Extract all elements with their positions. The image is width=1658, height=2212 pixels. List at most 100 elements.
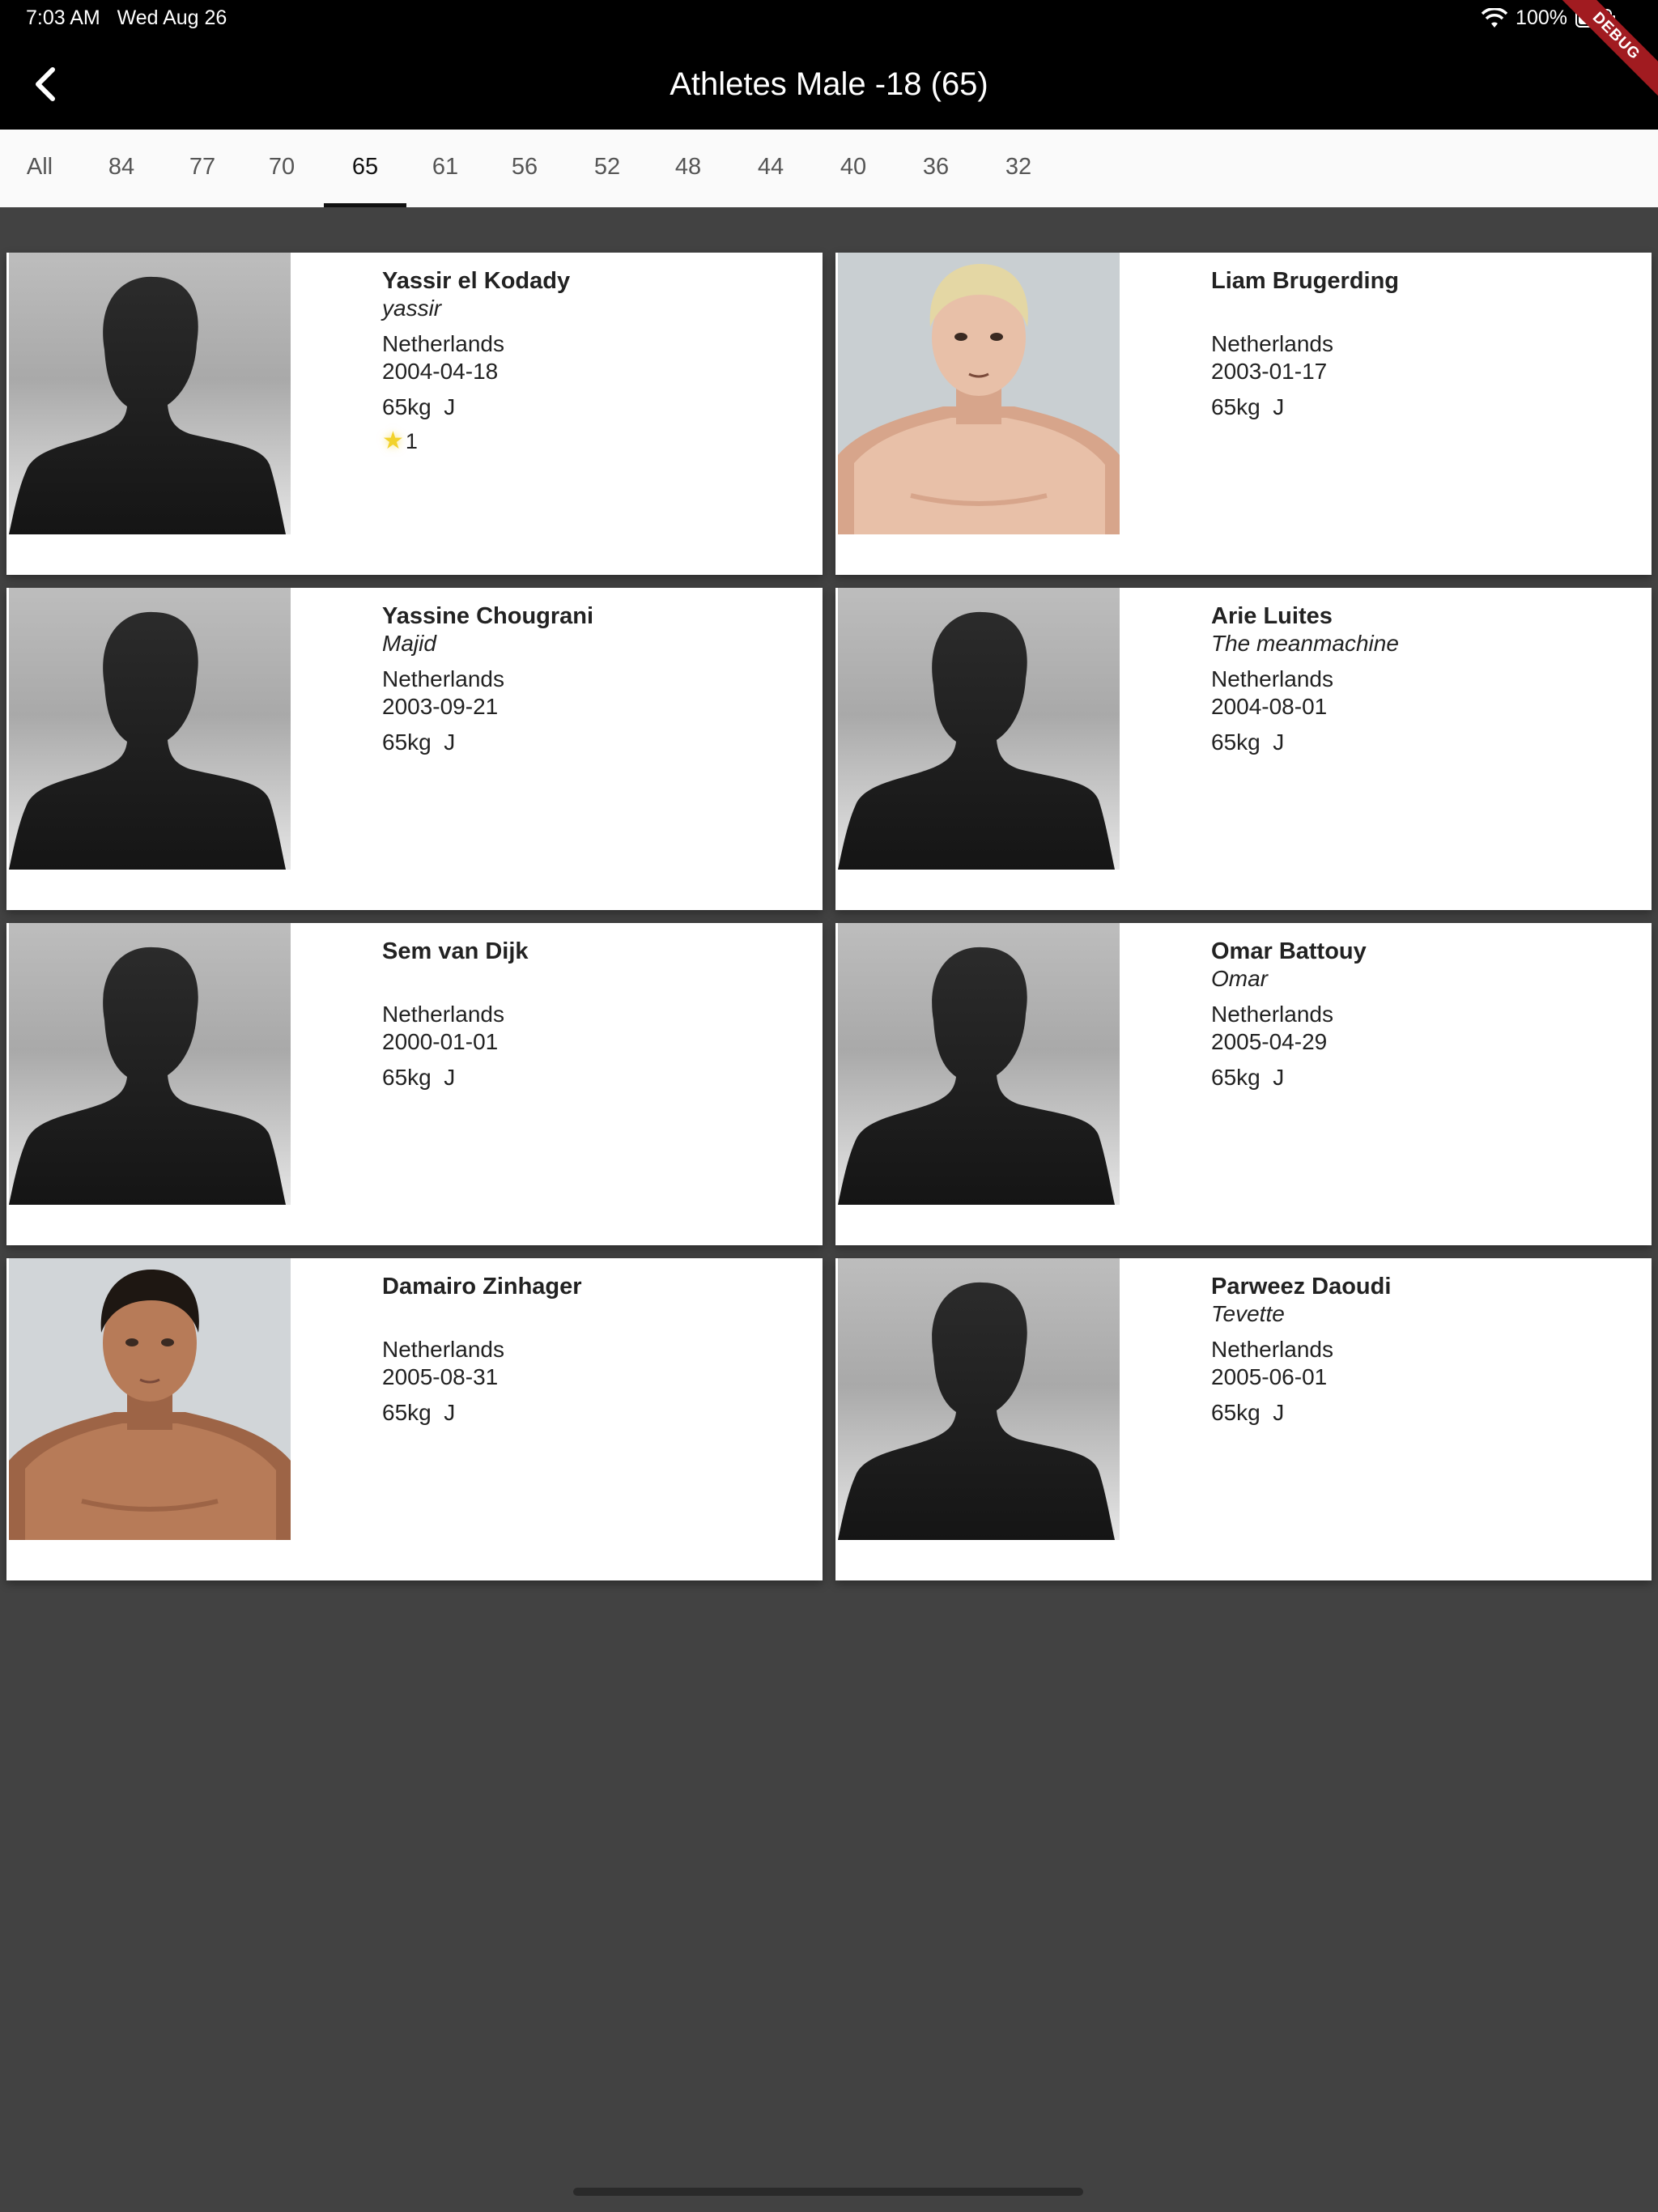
athlete-info: Omar Battouy Omar Netherlands 2005-04-29… [1211, 938, 1367, 1091]
athlete-country: Netherlands [382, 1002, 504, 1027]
athlete-info: Arie Luites The meanmachine Netherlands … [1211, 602, 1399, 756]
status-date: Wed Aug 26 [117, 6, 227, 29]
athlete-weight: 65kg [382, 394, 432, 419]
tab-label: 36 [922, 154, 950, 180]
athlete-card[interactable]: Parweez Daoudi Tevette Netherlands 2005-… [835, 1258, 1652, 1580]
athlete-weight-class: 65kg J [1211, 729, 1399, 756]
tab-48[interactable]: 48 [662, 130, 714, 207]
tab-label: 52 [593, 154, 621, 180]
athlete-photo [9, 588, 291, 870]
athlete-weight: 65kg [1211, 1400, 1261, 1425]
tab-56[interactable]: 56 [499, 130, 551, 207]
athlete-category: J [1273, 394, 1285, 419]
athlete-name: Sem van Dijk [382, 938, 529, 964]
wifi-icon [1482, 7, 1508, 28]
page-title: Athletes Male -18 (65) [670, 66, 988, 102]
athlete-weight-class: 65kg J [382, 1399, 582, 1427]
athlete-name: Omar Battouy [1211, 938, 1367, 964]
rating-value: 1 [405, 429, 418, 453]
tab-44[interactable]: 44 [745, 130, 797, 207]
athlete-birthdate: 2005-08-31 [382, 1364, 499, 1389]
athlete-info: Liam Brugerding Netherlands 2003-01-17 6… [1211, 267, 1399, 421]
athlete-nickname [382, 1300, 582, 1328]
tab-label: 77 [189, 154, 216, 180]
athlete-nickname [1211, 295, 1399, 322]
athlete-photo [9, 923, 291, 1205]
athlete-info: Damairo Zinhager Netherlands 2005-08-31 … [382, 1273, 582, 1427]
athlete-weight: 65kg [1211, 730, 1261, 755]
athlete-birthdate: 2003-09-21 [382, 694, 499, 719]
tab-70[interactable]: 70 [257, 130, 306, 207]
tab-label: 56 [511, 154, 538, 180]
tab-label: All [26, 154, 53, 180]
athlete-category: J [444, 1400, 456, 1425]
athlete-birthdate: 2004-04-18 [382, 359, 499, 384]
avatar-photo [9, 1258, 291, 1540]
tab-32[interactable]: 32 [993, 130, 1044, 207]
tab-label: 40 [840, 154, 867, 180]
athlete-nickname: yassir [382, 296, 442, 321]
avatar-silhouette [9, 588, 291, 870]
athlete-category: J [1273, 1400, 1285, 1425]
athlete-weight-class: 65kg J [382, 393, 570, 421]
tab-all[interactable]: All [8, 130, 71, 207]
athlete-photo [838, 588, 1120, 870]
athlete-weight: 65kg [382, 1065, 432, 1090]
tab-label: 48 [674, 154, 702, 180]
star-icon: ★ [382, 428, 404, 454]
tab-84[interactable]: 84 [97, 130, 146, 207]
battery-percent: 100% [1516, 6, 1567, 29]
athlete-category: J [444, 394, 456, 419]
avatar-photo [838, 253, 1120, 534]
athlete-birthdate: 2005-06-01 [1211, 1364, 1328, 1389]
athlete-weight: 65kg [1211, 394, 1261, 419]
athlete-card[interactable]: Yassine Chougrani Majid Netherlands 2003… [6, 588, 823, 910]
athlete-name: Arie Luites [1211, 603, 1333, 629]
tab-40[interactable]: 40 [827, 130, 879, 207]
athlete-card[interactable]: Arie Luites The meanmachine Netherlands … [835, 588, 1652, 910]
athlete-card[interactable]: Damairo Zinhager Netherlands 2005-08-31 … [6, 1258, 823, 1580]
tab-label: 61 [432, 154, 459, 180]
athlete-category: J [444, 730, 456, 755]
athlete-photo [838, 253, 1120, 534]
athlete-info: Sem van Dijk Netherlands 2000-01-01 65kg… [382, 938, 529, 1091]
avatar-silhouette [838, 923, 1120, 1205]
athlete-weight-class: 65kg J [1211, 1399, 1391, 1427]
app-header: 7:03 AM Wed Aug 26 100% DEBUG Athletes M… [0, 0, 1658, 130]
tab-label: 84 [108, 154, 135, 180]
athlete-card[interactable]: Omar Battouy Omar Netherlands 2005-04-29… [835, 923, 1652, 1245]
athlete-nickname: Tevette [1211, 1301, 1285, 1326]
avatar-silhouette [9, 923, 291, 1205]
athlete-birthdate: 2000-01-01 [382, 1029, 499, 1054]
athlete-rating: ★ 1 [382, 428, 570, 455]
tab-52[interactable]: 52 [581, 130, 633, 207]
athlete-weight: 65kg [1211, 1065, 1261, 1090]
tab-36[interactable]: 36 [910, 130, 962, 207]
athlete-info: Parweez Daoudi Tevette Netherlands 2005-… [1211, 1273, 1391, 1427]
athlete-category: J [1273, 1065, 1285, 1090]
tab-77[interactable]: 77 [178, 130, 227, 207]
athlete-nickname: The meanmachine [1211, 631, 1399, 656]
athlete-photo [9, 1258, 291, 1540]
athlete-country: Netherlands [1211, 1002, 1333, 1027]
tab-61[interactable]: 61 [419, 130, 471, 207]
athlete-card[interactable]: Sem van Dijk Netherlands 2000-01-01 65kg… [6, 923, 823, 1245]
athlete-country: Netherlands [382, 666, 504, 691]
athlete-weight-class: 65kg J [1211, 1064, 1367, 1091]
athlete-name: Yassir el Kodady [382, 268, 571, 294]
athlete-nickname [382, 965, 529, 993]
athlete-photo [838, 1258, 1120, 1540]
athlete-card[interactable]: Yassir el Kodady yassir Netherlands 2004… [6, 253, 823, 575]
athlete-weight-class: 65kg J [382, 1064, 529, 1091]
avatar-silhouette [838, 1258, 1120, 1540]
weight-class-tabs: All 84 77 70 65 61 56 52 48 44 40 36 32 [0, 130, 1658, 207]
tab-65[interactable]: 65 [324, 130, 406, 207]
athlete-nickname: Omar [1211, 966, 1268, 991]
active-tab-indicator [324, 203, 406, 207]
athlete-card[interactable]: Liam Brugerding Netherlands 2003-01-17 6… [835, 253, 1652, 575]
athlete-weight-class: 65kg J [1211, 393, 1399, 421]
athlete-photo [9, 253, 291, 534]
athlete-category: J [1273, 730, 1285, 755]
avatar-silhouette [838, 588, 1120, 870]
home-indicator [573, 2188, 1083, 2196]
